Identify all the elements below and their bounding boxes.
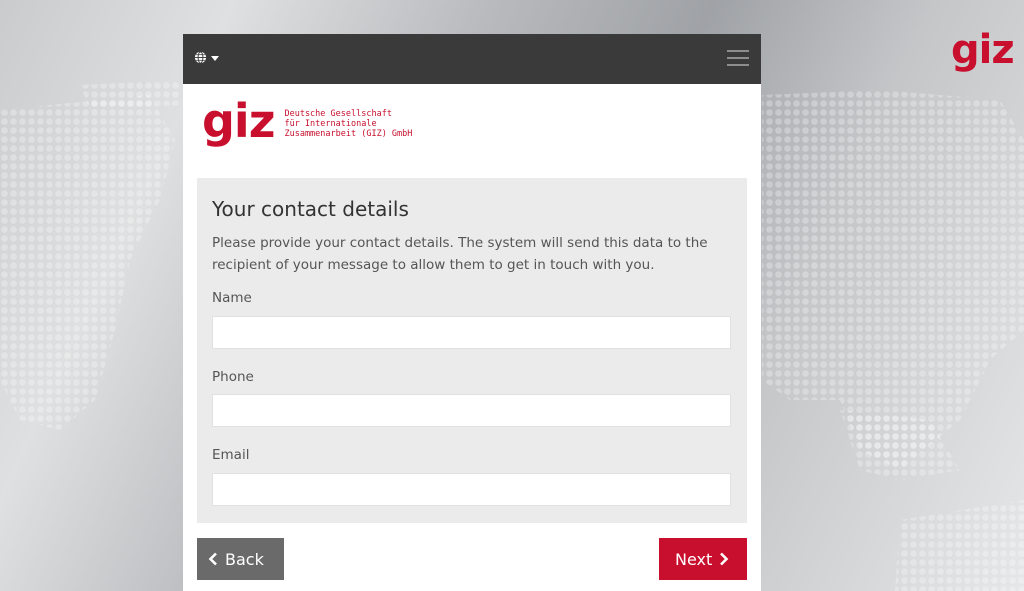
form-title: Your contact details (212, 197, 409, 221)
giz-logo: giz Deutsche Gesellschaft für Internatio… (202, 98, 412, 144)
name-label: Name (212, 290, 252, 306)
logo-org-line-1: Deutsche Gesellschaft (284, 109, 392, 119)
next-button-label: Next (675, 549, 713, 569)
top-navbar (183, 34, 761, 84)
contact-details-form: Your contact details Please provide your… (197, 178, 747, 523)
email-label: Email (212, 447, 250, 463)
next-button[interactable]: Next (659, 538, 747, 580)
chevron-left-icon (208, 552, 218, 566)
background-brand-logo: giz (951, 27, 1015, 73)
language-selector[interactable] (194, 49, 219, 68)
back-button[interactable]: Back (197, 538, 284, 580)
logo-org-name: Deutsche Gesellschaft für Internationale… (284, 109, 412, 139)
back-button-label: Back (225, 549, 264, 569)
logo-org-line-2: für Internationale (284, 119, 377, 129)
phone-label: Phone (212, 369, 254, 385)
form-panel: giz Deutsche Gesellschaft für Internatio… (183, 34, 761, 591)
phone-field[interactable] (212, 394, 731, 427)
logo-org-line-3: Zusammenarbeit (GIZ) GmbH (284, 129, 413, 139)
caret-down-icon (211, 56, 219, 61)
globe-icon (194, 49, 207, 68)
logo-mark: giz (202, 94, 275, 148)
page: giz giz Deutsche Gesellschaft für Intern… (0, 0, 1024, 591)
chevron-right-icon (719, 552, 729, 566)
name-field[interactable] (212, 316, 731, 349)
hamburger-menu-icon[interactable] (727, 49, 749, 67)
email-field[interactable] (212, 473, 731, 506)
form-description: Please provide your contact details. The… (212, 235, 708, 273)
